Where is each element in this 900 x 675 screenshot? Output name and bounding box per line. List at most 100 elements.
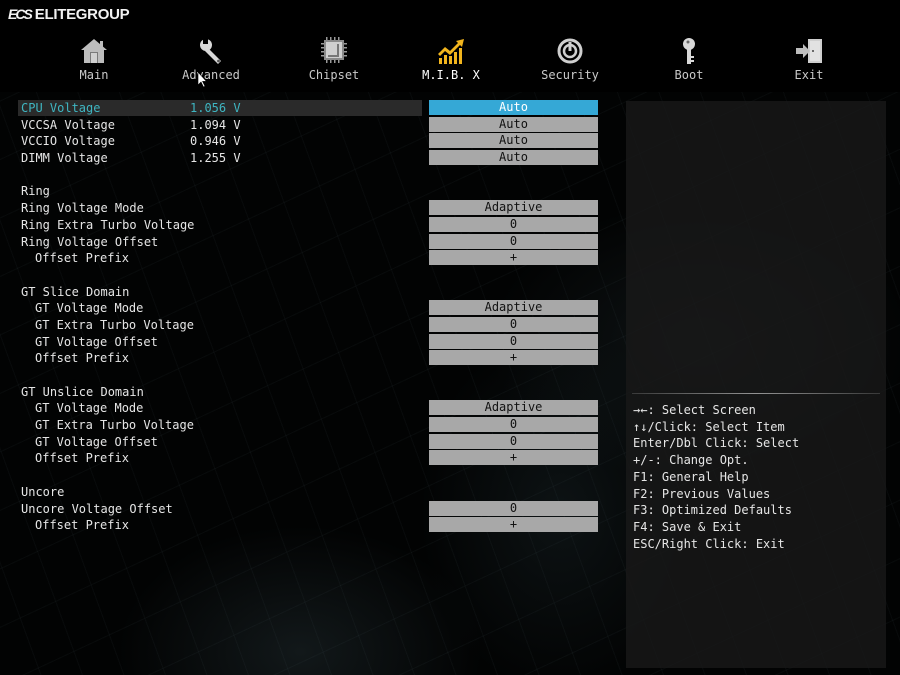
key-help-item: Enter/Dbl Click: Select — [633, 436, 800, 451]
setting-row[interactable]: Offset Prefix + — [18, 350, 618, 367]
setting-row[interactable]: GT Voltage Offset 0 — [18, 433, 618, 451]
voltage-reading: 1.056 V — [190, 101, 241, 115]
help-panel — [626, 101, 886, 668]
key-icon — [683, 38, 695, 64]
setting-row[interactable]: VCCIO Voltage 0.946 V Auto — [18, 133, 618, 150]
option-selector[interactable]: 0 — [429, 333, 598, 349]
setting-label: CPU Voltage — [21, 101, 101, 115]
key-help-list: →←: Select Screen ↑↓/Click: Select Item En… — [633, 402, 799, 552]
top-navigation: Main Advanced Chipset M.I.B. X Security … — [0, 36, 900, 88]
nav-label: Advanced — [182, 68, 240, 82]
key-help-item: F3: Optimized Defaults — [633, 503, 792, 518]
option-selector[interactable]: Adaptive — [429, 200, 598, 216]
key-help-item: +/-: Change Opt. — [633, 453, 749, 468]
setting-label: Offset Prefix — [35, 351, 129, 366]
option-selector[interactable]: Auto — [429, 133, 598, 149]
setting-row[interactable]: Offset Prefix + — [18, 450, 618, 467]
setting-row[interactable]: Uncore Voltage Offset 0 — [18, 500, 618, 518]
voltage-reading: 0.946 V — [190, 134, 241, 149]
wrench-icon — [200, 38, 221, 64]
setting-label: GT Extra Turbo Voltage — [35, 418, 194, 433]
power-shield-icon — [557, 38, 583, 64]
voltage-reading: 1.094 V — [190, 117, 241, 132]
option-selector[interactable]: Adaptive — [429, 400, 598, 416]
setting-label: Uncore — [21, 484, 65, 499]
nav-tab-exit[interactable]: Exit — [759, 36, 859, 82]
nav-tab-main[interactable]: Main — [44, 36, 144, 82]
nav-label: Main — [79, 68, 109, 82]
nav-label: Security — [541, 68, 599, 82]
section-header: Ring — [18, 183, 618, 200]
setting-row[interactable]: Ring Voltage Offset 0 — [18, 233, 618, 251]
key-help-item: ESC/Right Click: Exit — [633, 536, 785, 551]
key-help-item: ↑↓/Click: Select Item — [633, 419, 785, 434]
option-selector[interactable]: 0 — [429, 417, 598, 433]
setting-row[interactable]: VCCSA Voltage 1.094 V Auto — [18, 116, 618, 134]
option-selector[interactable]: + — [429, 350, 598, 366]
setting-row[interactable]: Offset Prefix + — [18, 250, 618, 267]
setting-row[interactable]: DIMM Voltage 1.255 V Auto — [18, 150, 618, 167]
option-selector[interactable]: Auto — [429, 150, 598, 166]
key-help-item: F2: Previous Values — [633, 486, 771, 501]
setting-label: Ring Voltage Mode — [21, 201, 144, 216]
key-help-item: F4: Save & Exit — [633, 519, 742, 534]
setting-row[interactable]: GT Voltage Offset 0 — [18, 333, 618, 351]
key-help-item: F1: General Help — [633, 469, 749, 484]
nav-tab-advanced[interactable]: Advanced — [161, 36, 261, 82]
setting-label: GT Voltage Offset — [35, 434, 158, 449]
setting-label: Ring Extra Turbo Voltage — [21, 217, 195, 232]
setting-label: GT Voltage Mode — [35, 401, 144, 416]
brand-logo: ECS ELITEGROUP — [8, 4, 130, 24]
option-selector[interactable]: 0 — [429, 316, 598, 332]
setting-label: GT Slice Domain — [21, 284, 130, 299]
setting-label: VCCSA Voltage — [21, 117, 115, 132]
nav-label: M.I.B. X — [422, 68, 480, 82]
setting-label: GT Extra Turbo Voltage — [35, 317, 194, 332]
setting-label: Uncore Voltage Offset — [21, 501, 173, 516]
setting-label: VCCIO Voltage — [21, 134, 115, 149]
nav-label: Exit — [794, 68, 824, 82]
setting-label: Offset Prefix — [35, 451, 129, 466]
section-header: GT Slice Domain — [18, 284, 618, 301]
brand-name: ELITEGROUP — [34, 5, 130, 23]
nav-tab-chipset[interactable]: Chipset — [284, 36, 384, 82]
help-divider — [632, 393, 880, 394]
setting-label: Offset Prefix — [35, 518, 129, 533]
option-selector[interactable]: Auto — [429, 116, 598, 132]
setting-row[interactable]: Ring Voltage Mode Adaptive — [18, 200, 618, 217]
option-selector[interactable]: 0 — [429, 500, 598, 516]
option-selector[interactable]: + — [429, 517, 598, 533]
growth-chart-icon — [438, 39, 464, 64]
settings-list: CPU Voltage 1.056 V Auto VCCSA Voltage 1.094… — [18, 100, 618, 534]
setting-row[interactable]: GT Extra Turbo Voltage 0 — [18, 417, 618, 434]
option-selector[interactable]: 0 — [429, 433, 598, 449]
setting-row[interactable]: Ring Extra Turbo Voltage 0 — [18, 216, 618, 234]
setting-label: Ring Voltage Offset — [21, 234, 159, 249]
setting-label: Ring — [21, 184, 50, 199]
option-selector[interactable]: Auto — [429, 100, 598, 115]
exit-door-icon — [796, 39, 822, 63]
setting-row[interactable]: GT Extra Turbo Voltage 0 — [18, 316, 618, 334]
option-selector[interactable]: 0 — [429, 216, 598, 232]
nav-tab-security[interactable]: Security — [520, 36, 620, 82]
ecs-logo-mark: ECS — [8, 6, 33, 22]
option-selector[interactable]: + — [429, 250, 598, 266]
nav-tab-mib-x[interactable]: M.I.B. X — [401, 36, 501, 82]
nav-label: Chipset — [308, 68, 360, 82]
mouse-pointer-icon — [198, 72, 208, 88]
option-selector[interactable]: + — [429, 450, 598, 466]
option-selector[interactable]: 0 — [429, 233, 598, 249]
nav-tab-boot[interactable]: Boot — [639, 36, 739, 82]
option-selector[interactable]: Adaptive — [429, 300, 598, 316]
setting-row[interactable]: CPU Voltage 1.056 V Auto — [18, 100, 618, 117]
nav-label: Boot — [674, 68, 704, 82]
setting-row[interactable]: GT Voltage Mode Adaptive — [18, 400, 618, 417]
setting-row[interactable]: GT Voltage Mode Adaptive — [18, 300, 618, 317]
setting-row[interactable]: Offset Prefix + — [18, 517, 618, 534]
setting-label: GT Unslice Domain — [21, 384, 144, 399]
section-header: Uncore — [18, 484, 618, 501]
